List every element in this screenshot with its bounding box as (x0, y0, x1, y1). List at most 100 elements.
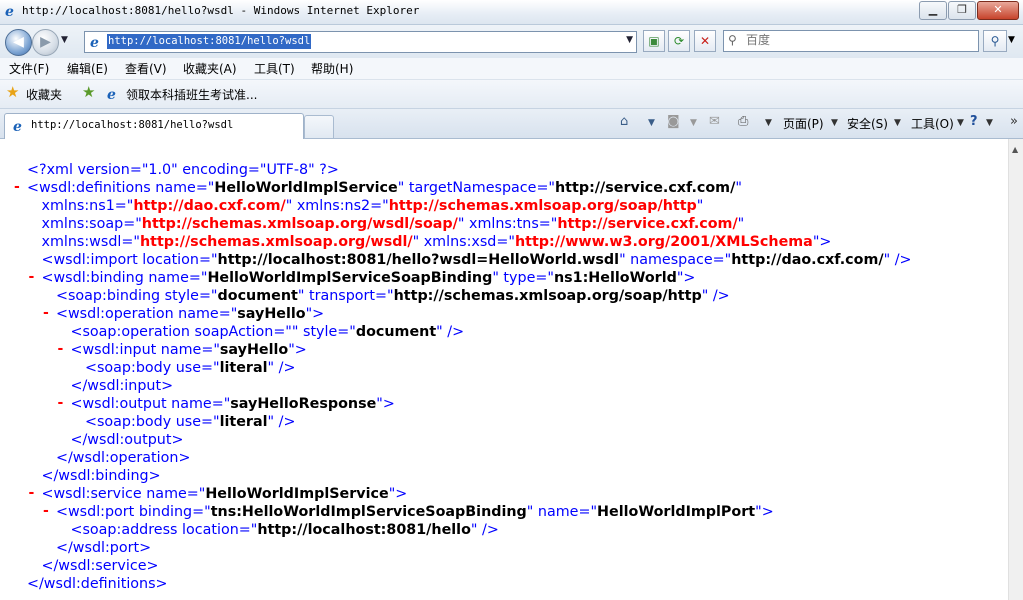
xml-value: http://dao.cxf.com/ (731, 252, 884, 268)
read-mail-icon[interactable]: ✉ (709, 114, 720, 129)
address-url[interactable]: http://localhost:8081/hello?wsdl (107, 34, 312, 49)
history-dropdown-icon[interactable]: ▼ (61, 35, 68, 45)
xml-value: http://schemas.xmlsoap.org/wsdl/soap/ (141, 216, 458, 232)
xml-line: <wsdl:operation name="sayHello"> (56, 305, 324, 323)
svg-text:e: e (5, 4, 14, 18)
search-button[interactable]: ⚲ (983, 30, 1007, 52)
page-dropdown-icon: ▼ (831, 118, 838, 128)
xml-value: sayHello (219, 342, 289, 358)
address-row: ◀ ▶ ▼ e http://localhost:8081/hello?wsdl… (0, 25, 1023, 58)
page-ie-icon: e (90, 35, 99, 49)
xml-markup: " xmlns:xsd=" (412, 234, 515, 250)
menu-tools[interactable]: 工具(T) (254, 60, 295, 77)
xml-value: http://schemas.xmlsoap.org/soap/http (393, 288, 702, 304)
xml-value: http://service.cxf.com/ (555, 180, 736, 196)
scroll-up-icon[interactable]: ▲ (1012, 145, 1018, 154)
menu-edit[interactable]: 编辑(E) (67, 60, 108, 77)
xml-markup: " xmlns:tns=" (457, 216, 558, 232)
tab-current[interactable]: e http://localhost:8081/hello?wsdl (4, 113, 304, 139)
address-bar[interactable]: e http://localhost:8081/hello?wsdl ▼ (84, 31, 637, 53)
xml-markup: " /> (701, 288, 730, 304)
collapse-toggle[interactable]: - (14, 179, 20, 195)
maximize-button[interactable]: ❐ (948, 1, 976, 20)
refresh-button[interactable]: ⟳ (668, 30, 690, 52)
xml-value: ns1:HelloWorld (553, 270, 677, 286)
ie-logo-icon: e (5, 4, 14, 18)
xml-markup: " (737, 216, 745, 232)
collapse-toggle[interactable]: - (58, 395, 64, 411)
search-input[interactable] (746, 32, 966, 48)
home-dropdown-icon[interactable]: ▼ (648, 118, 655, 128)
xml-markup: " namespace=" (619, 252, 732, 268)
xml-value: sayHello (237, 306, 306, 322)
xml-line: <wsdl:import location="http://localhost:… (42, 251, 912, 269)
page-menu[interactable]: 页面(P) (783, 115, 824, 132)
xml-markup: "> (812, 234, 832, 250)
feeds-dropdown-icon[interactable]: ▼ (690, 118, 697, 128)
stop-button[interactable]: ✕ (694, 30, 716, 52)
xml-line: <wsdl:input name="sayHello"> (71, 341, 307, 359)
xml-markup: </wsdl:port> (56, 540, 152, 556)
collapse-toggle[interactable]: - (58, 341, 64, 357)
collapse-toggle[interactable]: - (29, 269, 35, 285)
add-favorites-icon[interactable]: ★ (82, 83, 95, 101)
menu-file[interactable]: 文件(F) (9, 60, 49, 77)
menu-help[interactable]: 帮助(H) (311, 60, 353, 77)
collapse-toggle[interactable]: - (43, 503, 49, 519)
xml-line: <soap:operation soapAction="" style="doc… (71, 323, 465, 341)
xml-value: document (217, 288, 298, 304)
xml-line: xmlns:soap="http://schemas.xmlsoap.org/w… (42, 215, 745, 233)
print-dropdown-icon[interactable]: ▼ (765, 118, 772, 128)
title-bar: e http://localhost:8081/hello?wsdl - Win… (0, 0, 1023, 25)
collapse-toggle[interactable]: - (29, 485, 35, 501)
vertical-scrollbar[interactable]: ▲ (1008, 139, 1023, 600)
xml-markup: xmlns:ns1=" (41, 198, 134, 214)
xml-markup: <wsdl:import location=" (41, 252, 218, 268)
xml-markup: " name=" (526, 504, 598, 520)
menu-favorites[interactable]: 收藏夹(A) (183, 60, 237, 77)
new-tab-button[interactable] (304, 115, 334, 138)
favorites-button[interactable]: 收藏夹 (26, 86, 62, 103)
favorite-link[interactable]: 领取本科插班生考试准... (126, 86, 257, 103)
xml-markup: <wsdl:operation name=" (56, 306, 238, 322)
minimize-button[interactable]: ▁ (919, 1, 947, 20)
xml-line: </wsdl:operation> (56, 449, 190, 467)
address-dropdown-icon[interactable]: ▼ (626, 35, 633, 45)
window-controls: ▁ ❐ ✕ (918, 1, 1019, 20)
safety-menu[interactable]: 安全(S) (847, 115, 888, 132)
search-options-icon[interactable]: ▼ (1008, 35, 1015, 45)
back-button[interactable]: ◀ (5, 29, 32, 56)
help-dropdown-icon[interactable]: ▼ (986, 118, 993, 128)
xml-markup: "> (305, 306, 325, 322)
xml-markup: </wsdl:operation> (56, 450, 191, 466)
more-commands-icon[interactable]: » (1010, 114, 1018, 129)
search-box[interactable]: ⚲ (723, 30, 979, 52)
compatibility-view-button[interactable]: ▣ (643, 30, 665, 52)
tools-dropdown-icon: ▼ (957, 118, 964, 128)
collapse-toggle[interactable]: - (43, 305, 49, 321)
xml-markup: " /> (883, 252, 912, 268)
xml-markup: <soap:binding style=" (56, 288, 218, 304)
xml-value: HelloWorldImplPort (597, 504, 756, 520)
back-arrow-icon: ◀ (13, 34, 24, 50)
xml-line: <soap:binding style="document" transport… (56, 287, 730, 305)
forward-button[interactable]: ▶ (32, 29, 59, 56)
feeds-icon[interactable]: ◙ (667, 114, 680, 129)
xml-markup: <wsdl:output name=" (70, 396, 231, 412)
xml-markup: </wsdl:service> (41, 558, 159, 574)
search-icon: ⚲ (990, 34, 1000, 48)
print-icon[interactable]: ⎙ (738, 114, 748, 129)
favorite-link-ie-icon: e (107, 87, 116, 101)
close-button[interactable]: ✕ (977, 1, 1019, 20)
xml-line: <soap:body use="literal" /> (85, 359, 295, 377)
menu-view[interactable]: 查看(V) (125, 60, 167, 77)
xml-markup: <soap:address location=" (70, 522, 258, 538)
svg-text:e: e (107, 87, 116, 101)
home-icon[interactable]: ⌂ (620, 114, 628, 129)
xml-value: HelloWorldImplServiceSoapBinding (207, 270, 493, 286)
tools-menu[interactable]: 工具(O) (911, 115, 954, 132)
help-icon[interactable]: ? (970, 114, 978, 129)
xml-markup: "> (288, 342, 307, 358)
xml-line: <wsdl:output name="sayHelloResponse"> (71, 395, 395, 413)
search-engine-icon: ⚲ (728, 33, 737, 47)
